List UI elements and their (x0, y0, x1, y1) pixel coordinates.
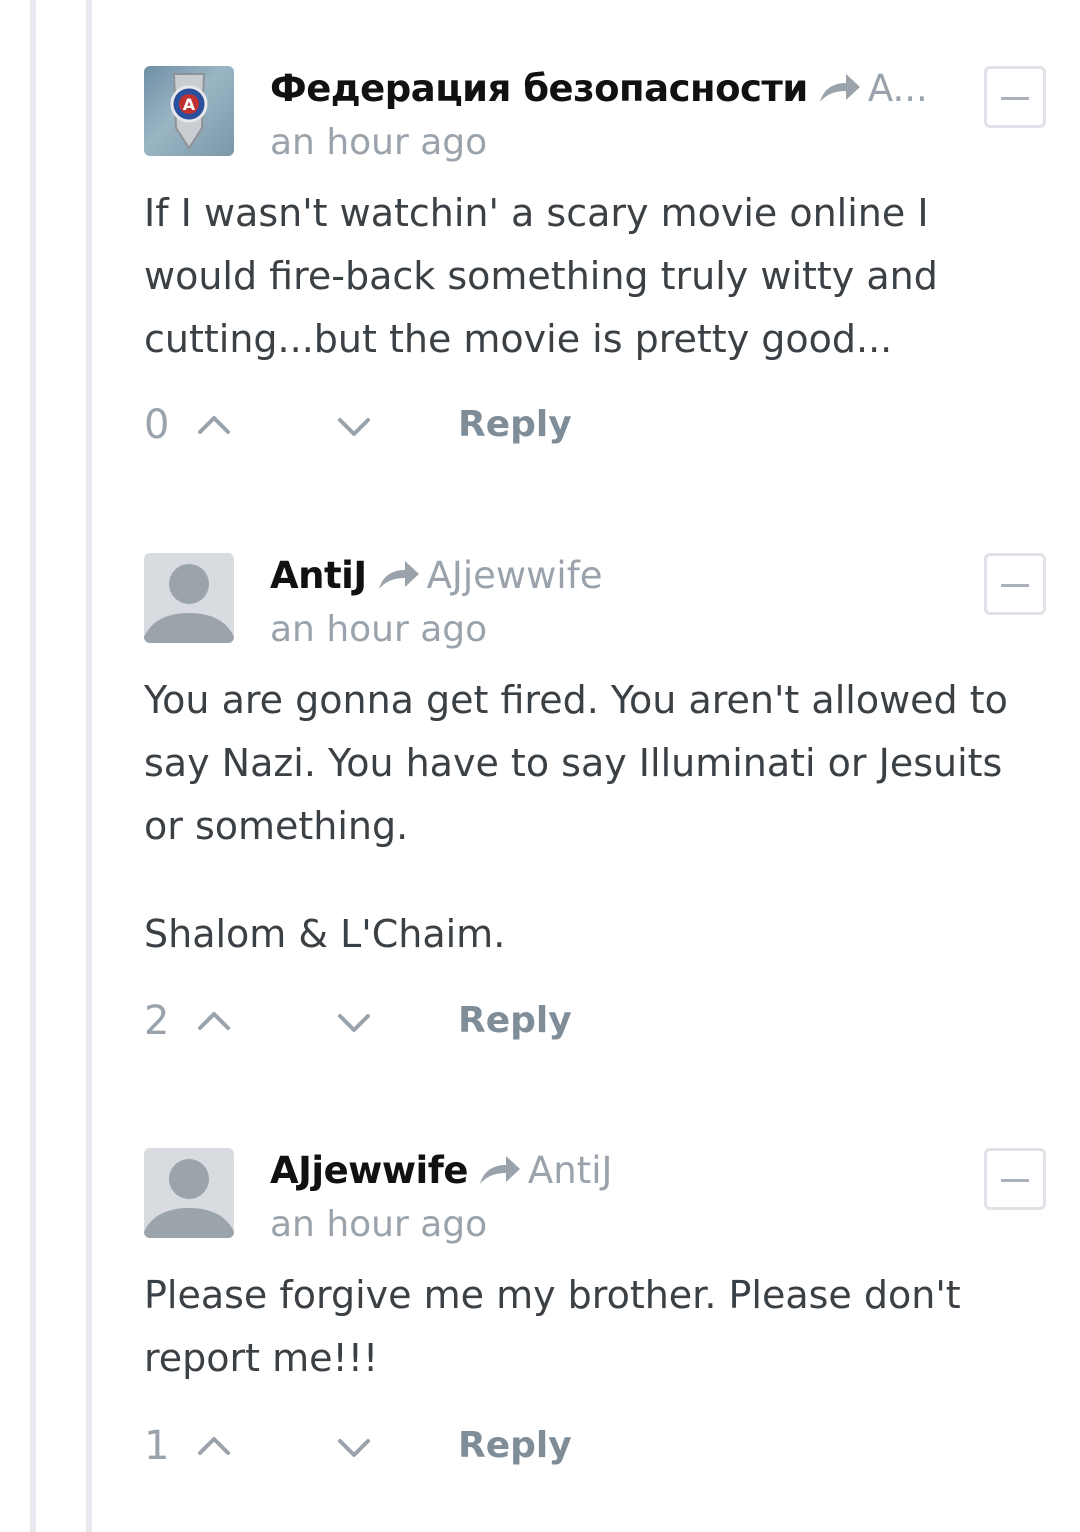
comment-header: AJjewwife AntiJ (270, 1148, 970, 1192)
vote-count: 1 (144, 1423, 170, 1469)
reply-button[interactable]: Reply (458, 996, 572, 1046)
vote-count: 0 (144, 402, 170, 448)
collapse-button[interactable] (984, 1148, 1046, 1210)
minus-icon (1001, 584, 1029, 587)
reply-to-name[interactable]: A... (868, 67, 928, 110)
collapse-button[interactable] (984, 553, 1046, 615)
comment-timestamp[interactable]: an hour ago (270, 1204, 487, 1245)
reply-button[interactable]: Reply (458, 1421, 572, 1471)
vote-count: 2 (144, 998, 170, 1044)
reply-to-name[interactable]: AJjewwife (427, 554, 603, 597)
comment-header: Федерация безопасности A... (270, 66, 970, 110)
comment-timestamp[interactable]: an hour ago (270, 122, 487, 163)
collapse-button[interactable] (984, 66, 1046, 128)
upvote-icon[interactable] (196, 412, 232, 436)
downvote-icon[interactable] (336, 414, 372, 438)
reply-arrow-icon (479, 1156, 520, 1184)
avatar[interactable] (144, 1148, 234, 1238)
author-name[interactable]: AntiJ (270, 554, 367, 597)
comment-body: If I wasn't watchin' a scary movie onlin… (144, 182, 1024, 371)
comment-paragraph: Please forgive me my brother. Please don… (144, 1273, 961, 1380)
thread-line-outer (30, 0, 36, 1532)
reply-arrow-icon (819, 74, 860, 102)
svg-text:A: A (183, 95, 196, 114)
security-federation-badge-icon: A (170, 73, 208, 150)
upvote-icon[interactable] (196, 1433, 232, 1457)
minus-icon (1001, 97, 1029, 100)
comment-paragraph: Shalom & L'Chaim. (144, 912, 506, 956)
comment-body: Please forgive me my brother. Please don… (144, 1264, 1024, 1390)
downvote-icon[interactable] (336, 1010, 372, 1034)
comment-paragraph: If I wasn't watchin' a scary movie onlin… (144, 191, 938, 361)
author-name[interactable]: Федерация безопасности (270, 67, 808, 110)
comment-footer: 2 Reply (144, 996, 744, 1046)
comment-footer: 1 Reply (144, 1421, 744, 1471)
upvote-icon[interactable] (196, 1008, 232, 1032)
reply-arrow-icon (378, 561, 419, 589)
comment-body: You are gonna get fired. You aren't allo… (144, 669, 1024, 966)
author-name[interactable]: AJjewwife (270, 1149, 468, 1192)
thread-line-inner (86, 0, 92, 1532)
default-user-icon (144, 564, 234, 643)
reply-button[interactable]: Reply (458, 400, 572, 450)
downvote-icon[interactable] (336, 1435, 372, 1459)
avatar[interactable]: A (144, 66, 234, 156)
avatar[interactable] (144, 553, 234, 643)
comment-paragraph: You are gonna get fired. You aren't allo… (144, 678, 1008, 848)
comment-header: AntiJ AJjewwife (270, 553, 970, 597)
reply-to-name[interactable]: AntiJ (528, 1149, 612, 1192)
default-user-icon (144, 1159, 234, 1238)
comment-timestamp[interactable]: an hour ago (270, 609, 487, 650)
minus-icon (1001, 1179, 1029, 1182)
comment-footer: 0 Reply (144, 400, 744, 450)
